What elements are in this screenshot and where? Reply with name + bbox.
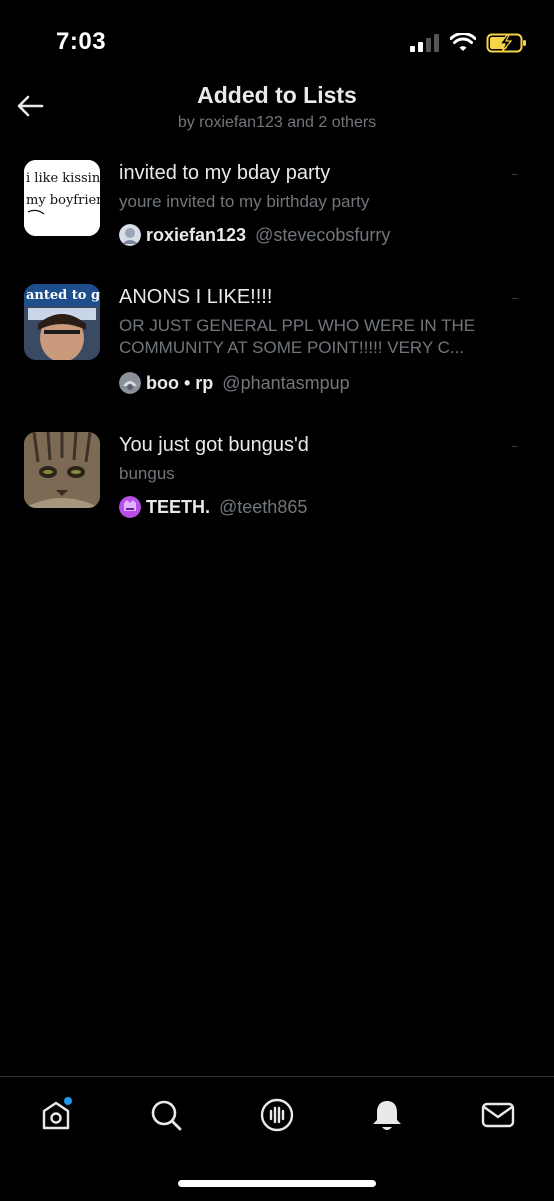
list-thumbnail-image xyxy=(24,432,100,508)
list-title: invited to my bday party xyxy=(119,162,331,184)
list-thumbnail xyxy=(24,432,100,508)
page-title: Added to Lists xyxy=(197,82,357,108)
spaces-icon xyxy=(260,1098,294,1132)
owner-name: roxiefan123 xyxy=(146,224,247,245)
tab-messages[interactable] xyxy=(476,1093,520,1137)
avatar xyxy=(119,224,141,246)
list-owner[interactable]: boo • rp @phantasmpup xyxy=(119,372,350,394)
signal-icon xyxy=(410,34,439,52)
list-item[interactable]: i like kissing my boyfrien invited to my… xyxy=(0,156,554,266)
owner-name: TEETH. xyxy=(146,496,211,517)
thumb-text-line-1: i like kissing xyxy=(26,171,100,186)
search-icon xyxy=(151,1100,182,1131)
list-thumbnail: anted to g xyxy=(24,284,100,360)
thumb-text-line-1: anted to g xyxy=(26,288,100,303)
notification-dot xyxy=(64,1097,72,1105)
tab-home[interactable] xyxy=(34,1093,78,1137)
header: Added to Lists by roxiefan123 and 2 othe… xyxy=(0,78,554,138)
messages-icon xyxy=(481,1102,515,1128)
list-item[interactable]: You just got bungus'd bungus TEETH. @tee… xyxy=(0,428,554,538)
list-owner[interactable]: roxiefan123 @stevecobsfurry xyxy=(119,224,390,246)
notifications-icon xyxy=(373,1101,401,1130)
divider-tick xyxy=(512,174,518,175)
status-bar: 7:03 xyxy=(0,0,554,90)
home-indicator xyxy=(178,1180,376,1187)
page-subtitle: by roxiefan123 and 2 others xyxy=(177,114,377,131)
tab-search[interactable] xyxy=(144,1093,188,1137)
list-thumbnail-image: anted to g xyxy=(24,284,100,360)
list-thumbnail-image: i like kissing my boyfrien xyxy=(24,160,100,236)
list-title: ANONS I LIKE!!!! xyxy=(119,286,273,308)
owner-handle: @teeth865 xyxy=(219,496,308,517)
list-thumbnail: i like kissing my boyfrien xyxy=(24,160,100,236)
tab-notifications[interactable] xyxy=(365,1093,409,1137)
divider-tick xyxy=(512,298,518,299)
owner-name: boo • rp xyxy=(146,372,214,393)
owner-handle: @stevecobsfurry xyxy=(255,224,391,245)
thumb-text-line-2: my boyfrien xyxy=(26,193,100,208)
tab-spaces[interactable] xyxy=(255,1093,299,1137)
list-description: youre invited to my birthday party xyxy=(119,192,370,211)
wifi-icon xyxy=(450,33,476,51)
status-time: 7:03 xyxy=(56,28,107,55)
owner-handle: @phantasmpup xyxy=(222,372,350,393)
avatar xyxy=(119,496,141,518)
list-description: OR JUST GENERAL PPL WHO WERE IN THE COMM… xyxy=(119,316,476,357)
list-description: bungus xyxy=(119,464,175,483)
divider-tick xyxy=(512,446,518,447)
list-item[interactable]: anted to g ANONS I LIKE!!!! OR JUST GENE… xyxy=(0,280,554,394)
status-icons xyxy=(410,32,528,54)
home-icon xyxy=(42,1097,72,1130)
list-owner[interactable]: TEETH. @teeth865 xyxy=(119,496,307,518)
list-title: You just got bungus'd xyxy=(119,434,309,456)
avatar xyxy=(119,372,141,394)
battery-charging-icon xyxy=(486,33,526,53)
